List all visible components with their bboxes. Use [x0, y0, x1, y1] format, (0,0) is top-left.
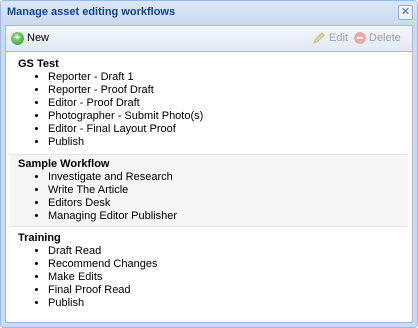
delete-button[interactable]: Delete: [354, 30, 401, 46]
close-icon[interactable]: ✕: [398, 5, 413, 20]
workflow-group[interactable]: GS Test Reporter - Draft 1 Reporter - Pr…: [10, 55, 408, 152]
edit-button-label: Edit: [329, 32, 348, 44]
new-button[interactable]: + New: [11, 30, 49, 46]
new-button-label: New: [27, 32, 50, 44]
workflow-step: Managing Editor Publisher: [48, 210, 408, 223]
pencil-icon: [313, 32, 325, 44]
delete-icon: [354, 32, 366, 44]
window-title: Manage asset editing workflows: [7, 6, 176, 18]
toolbar: + New Edit Delete: [6, 26, 412, 52]
workflow-step: Editor - Final Layout Proof: [48, 123, 408, 136]
workflow-steps: Draft Read Recommend Changes Make Edits …: [18, 245, 408, 310]
workflow-step: Editor - Proof Draft: [48, 97, 408, 110]
workflow-step: Write The Article: [48, 184, 408, 197]
workflow-step: Reporter - Draft 1: [48, 71, 408, 84]
workflow-step: Make Edits: [48, 271, 408, 284]
workflow-steps: Investigate and Research Write The Artic…: [18, 171, 408, 223]
workflow-step: Photographer - Submit Photo(s): [48, 110, 408, 123]
workflow-step: Investigate and Research: [48, 171, 408, 184]
workflow-group[interactable]: Training Draft Read Recommend Changes Ma…: [10, 229, 408, 313]
workflow-step: Publish: [48, 136, 408, 149]
workflow-steps: Reporter - Draft 1 Reporter - Proof Draf…: [18, 71, 408, 149]
workflow-window: Manage asset editing workflows ✕ + New E…: [0, 0, 418, 328]
workflow-title: GS Test: [18, 58, 59, 70]
workflow-title: Training: [18, 232, 61, 244]
edit-button[interactable]: Edit: [312, 30, 348, 46]
workflow-step: Recommend Changes: [48, 258, 408, 271]
workflow-step: Reporter - Proof Draft: [48, 84, 408, 97]
workflow-group[interactable]: Sample Workflow Investigate and Research…: [10, 154, 408, 227]
workflow-step: Draft Read: [48, 245, 408, 258]
workflow-step: Final Proof Read: [48, 284, 408, 297]
workflow-step: Editors Desk: [48, 197, 408, 210]
window-body: + New Edit Delete GS Test Reporter - Dra…: [5, 25, 413, 323]
window-titlebar[interactable]: Manage asset editing workflows ✕: [1, 1, 417, 25]
add-icon: +: [11, 31, 24, 45]
workflow-title: Sample Workflow: [18, 158, 110, 170]
workflow-step: Publish: [48, 297, 408, 310]
workflow-list: GS Test Reporter - Draft 1 Reporter - Pr…: [6, 53, 412, 322]
delete-button-label: Delete: [369, 32, 401, 44]
